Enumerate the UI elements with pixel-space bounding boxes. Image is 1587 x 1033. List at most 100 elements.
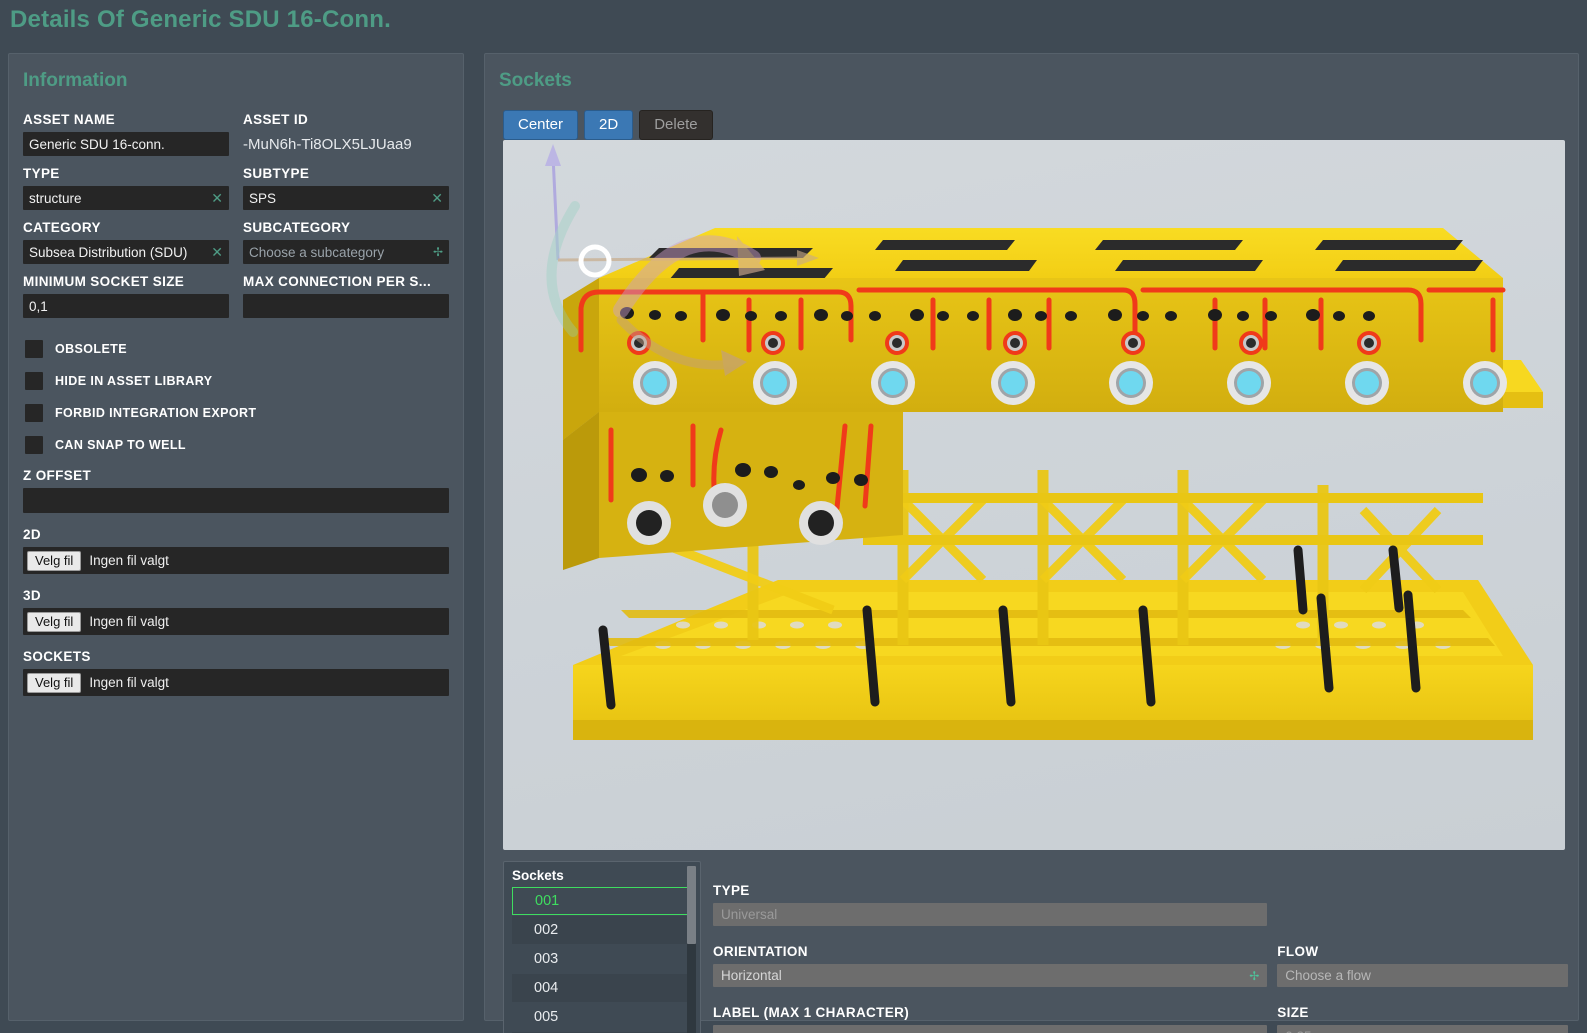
sockets-list[interactable]: Sockets 001 002 003 004 005 006: [503, 861, 701, 1033]
socket-item-label: 003: [534, 951, 559, 967]
type-value: structure: [29, 190, 82, 206]
information-form: ASSET NAME Generic SDU 16-conn. ASSET ID…: [9, 102, 463, 696]
page-title: Details Of Generic SDU 16-Conn.: [10, 6, 391, 33]
socket-item-002[interactable]: 002: [512, 916, 692, 944]
socket-orientation-label: ORIENTATION: [713, 944, 808, 959]
asset-name-input[interactable]: Generic SDU 16-conn.: [23, 132, 229, 156]
file-2d-label: 2D: [23, 527, 41, 542]
socket-item-label: 002: [534, 922, 559, 938]
socket-size-input[interactable]: 0.25: [1277, 1025, 1568, 1033]
delete-button[interactable]: Delete: [639, 110, 713, 140]
field-max-connection-per-socket: MAX CONNECTION PER S...: [243, 264, 449, 318]
asset-name-label: ASSET NAME: [23, 112, 116, 127]
category-input[interactable]: Subsea Distribution (SDU) ✕: [23, 240, 229, 264]
checkbox-icon[interactable]: [25, 340, 43, 358]
checkbox-icon[interactable]: [25, 372, 43, 390]
sdu-3d-model: [545, 144, 1543, 740]
socket-flow-value: Choose a flow: [1285, 968, 1371, 983]
scrollbar-thumb[interactable]: [687, 866, 696, 944]
field-subcategory: SUBCATEGORY Choose a subcategory ✢: [243, 210, 449, 264]
checkbox-label: OBSOLETE: [55, 342, 127, 356]
field-subtype: SUBTYPE SPS ✕: [243, 156, 449, 210]
center-button[interactable]: Center: [503, 110, 579, 140]
socket-item-label: 001: [535, 893, 560, 909]
socket-type-value: Universal: [721, 907, 778, 922]
field-type: TYPE structure ✕: [23, 156, 229, 210]
asset-id-label: ASSET ID: [243, 112, 309, 127]
viewport-toolbar: Center 2D Delete: [503, 110, 713, 140]
close-icon[interactable]: ✕: [205, 244, 223, 261]
subcategory-select[interactable]: Choose a subcategory ✢: [243, 240, 449, 264]
checkbox-icon[interactable]: [25, 436, 43, 454]
max-connection-input[interactable]: [243, 294, 449, 318]
category-value: Subsea Distribution (SDU): [29, 244, 188, 260]
row-category-subcategory: CATEGORY Subsea Distribution (SDU) ✕ SUB…: [23, 210, 449, 264]
minimum-socket-size-label: MINIMUM SOCKET SIZE: [23, 274, 185, 289]
checkbox-label: CAN SNAP TO WELL: [55, 438, 186, 452]
socket-orientation-value: Horizontal: [721, 968, 782, 983]
socket-item-label: 005: [534, 1009, 559, 1025]
asset-id-value: -MuN6h-Ti8OLX5LJUaa9: [243, 135, 412, 153]
choose-file-button[interactable]: Velg fil: [27, 550, 82, 571]
file-2d-input[interactable]: Velg fil Ingen fil valgt: [23, 547, 449, 574]
sockets-heading: Sockets: [499, 70, 572, 91]
socket-orientation-select[interactable]: Horizontal ✢: [713, 964, 1268, 987]
sockets-panel: Sockets Center 2D Delete Sockets 001 002…: [484, 53, 1579, 1033]
type-input[interactable]: structure ✕: [23, 186, 229, 210]
subcategory-value: Choose a subcategory: [249, 244, 385, 260]
3d-viewport[interactable]: [503, 140, 1565, 850]
2d-button[interactable]: 2D: [584, 110, 634, 140]
socket-item-001[interactable]: 001: [512, 887, 692, 915]
field-minimum-socket-size: MINIMUM SOCKET SIZE 0,1: [23, 264, 229, 318]
row-name-id: ASSET NAME Generic SDU 16-conn. ASSET ID…: [23, 102, 449, 156]
subtype-value: SPS: [249, 190, 277, 206]
socket-label-field-label: LABEL (MAX 1 CHARACTER): [713, 1005, 910, 1020]
file-3d-label: 3D: [23, 588, 41, 603]
file-sockets-label: SOCKETS: [23, 649, 91, 664]
information-heading: Information: [23, 70, 128, 91]
close-icon[interactable]: ✕: [425, 190, 443, 207]
z-offset-label: Z OFFSET: [23, 468, 92, 483]
type-label: TYPE: [23, 166, 60, 181]
close-icon[interactable]: ✕: [205, 190, 223, 207]
socket-item-label: 004: [534, 980, 559, 996]
socket-size-value: 0.25: [1285, 1029, 1560, 1033]
socket-flow-select[interactable]: Choose a flow: [1277, 964, 1568, 987]
file-3d-input[interactable]: Velg fil Ingen fil valgt: [23, 608, 449, 635]
socket-size-label: SIZE: [1277, 1005, 1309, 1020]
field-category: CATEGORY Subsea Distribution (SDU) ✕: [23, 210, 229, 264]
file-sockets-input[interactable]: Velg fil Ingen fil valgt: [23, 669, 449, 696]
field-asset-name: ASSET NAME Generic SDU 16-conn.: [23, 102, 229, 156]
asset-name-value: Generic SDU 16-conn.: [29, 136, 165, 152]
file-status: Ingen fil valgt: [89, 553, 169, 568]
file-status: Ingen fil valgt: [89, 614, 169, 629]
category-label: CATEGORY: [23, 220, 101, 235]
row-type-subtype: TYPE structure ✕ SUBTYPE SPS ✕: [23, 156, 449, 210]
file-status: Ingen fil valgt: [89, 675, 169, 690]
z-offset-input[interactable]: [23, 488, 449, 513]
checkbox-can-snap-to-well[interactable]: CAN SNAP TO WELL: [25, 436, 449, 454]
subcategory-label: SUBCATEGORY: [243, 220, 351, 235]
checkbox-hide-in-asset-library[interactable]: HIDE IN ASSET LIBRARY: [25, 372, 449, 390]
socket-item-003[interactable]: 003: [512, 945, 692, 973]
sockets-list-title: Sockets: [512, 868, 564, 883]
checkbox-label: FORBID INTEGRATION EXPORT: [55, 406, 257, 420]
choose-file-button[interactable]: Velg fil: [27, 672, 82, 693]
checkbox-forbid-integration-export[interactable]: FORBID INTEGRATION EXPORT: [25, 404, 449, 422]
checkbox-icon[interactable]: [25, 404, 43, 422]
choose-file-button[interactable]: Velg fil: [27, 611, 82, 632]
socket-type-input[interactable]: Universal: [713, 903, 1268, 926]
app-root: Details Of Generic SDU 16-Conn. Informat…: [0, 0, 1587, 1033]
socket-detail-form: TYPE Universal ORIENTATION Horizontal ✢ …: [713, 861, 1568, 1033]
sockets-list-scrollbar[interactable]: [687, 866, 696, 1033]
chevron-down-icon[interactable]: ✢: [427, 245, 443, 259]
chevron-down-icon[interactable]: ✢: [1249, 969, 1259, 983]
minimum-socket-size-input[interactable]: 0,1: [23, 294, 229, 318]
checkbox-obsolete[interactable]: OBSOLETE: [25, 340, 449, 358]
socket-item-004[interactable]: 004: [512, 974, 692, 1002]
socket-item-005[interactable]: 005: [512, 1003, 692, 1031]
row-socket-size: MINIMUM SOCKET SIZE 0,1 MAX CONNECTION P…: [23, 264, 449, 318]
socket-label-input[interactable]: [713, 1025, 1268, 1033]
field-asset-id: ASSET ID -MuN6h-Ti8OLX5LJUaa9: [243, 102, 449, 156]
subtype-input[interactable]: SPS ✕: [243, 186, 449, 210]
